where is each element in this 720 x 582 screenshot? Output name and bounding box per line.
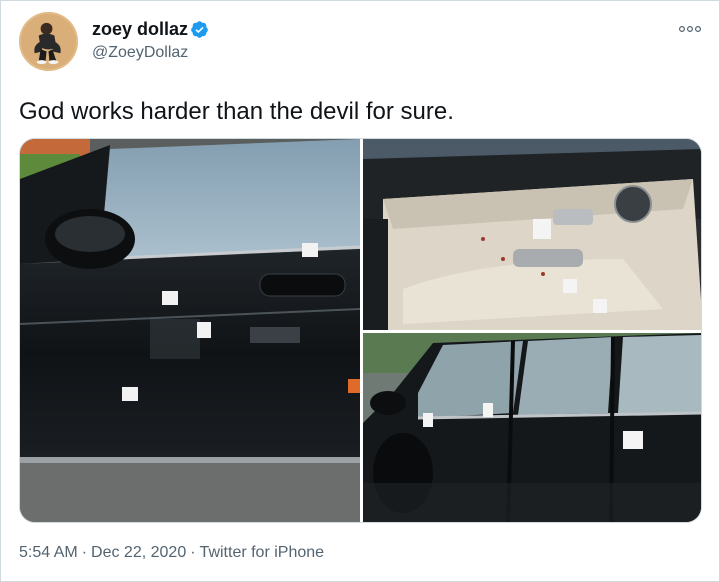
- tweet-date[interactable]: Dec 22, 2020: [91, 543, 186, 563]
- avatar-image: [19, 12, 78, 71]
- tweet-time[interactable]: 5:54 AM: [19, 543, 78, 563]
- avatar[interactable]: [19, 12, 78, 71]
- meta-separator: ·: [81, 544, 88, 561]
- photo-car-rear-image: [363, 333, 701, 522]
- author-handle[interactable]: @ZoeyDollaz: [92, 43, 188, 63]
- photo-car-side-image: [20, 139, 360, 522]
- tweet-text: God works harder than the devil for sure…: [19, 98, 454, 125]
- photo-car-side[interactable]: [20, 139, 360, 522]
- verified-badge-icon: [191, 21, 208, 38]
- tweet-metadata: 5:54 AM · Dec 22, 2020 · Twitter for iPhone: [19, 543, 324, 563]
- more-options-icon[interactable]: [678, 23, 702, 35]
- tweet-source[interactable]: Twitter for iPhone: [200, 543, 325, 563]
- meta-separator: ·: [190, 544, 196, 561]
- photo-door-interior-image: [363, 139, 701, 330]
- tweet-card[interactable]: zoey dollaz @ZoeyDollaz God works harder…: [0, 0, 720, 582]
- photo-door-interior[interactable]: [363, 139, 701, 330]
- author-name[interactable]: zoey dollaz: [92, 18, 188, 40]
- photo-car-rear[interactable]: [363, 333, 701, 522]
- media-grid: [19, 138, 702, 523]
